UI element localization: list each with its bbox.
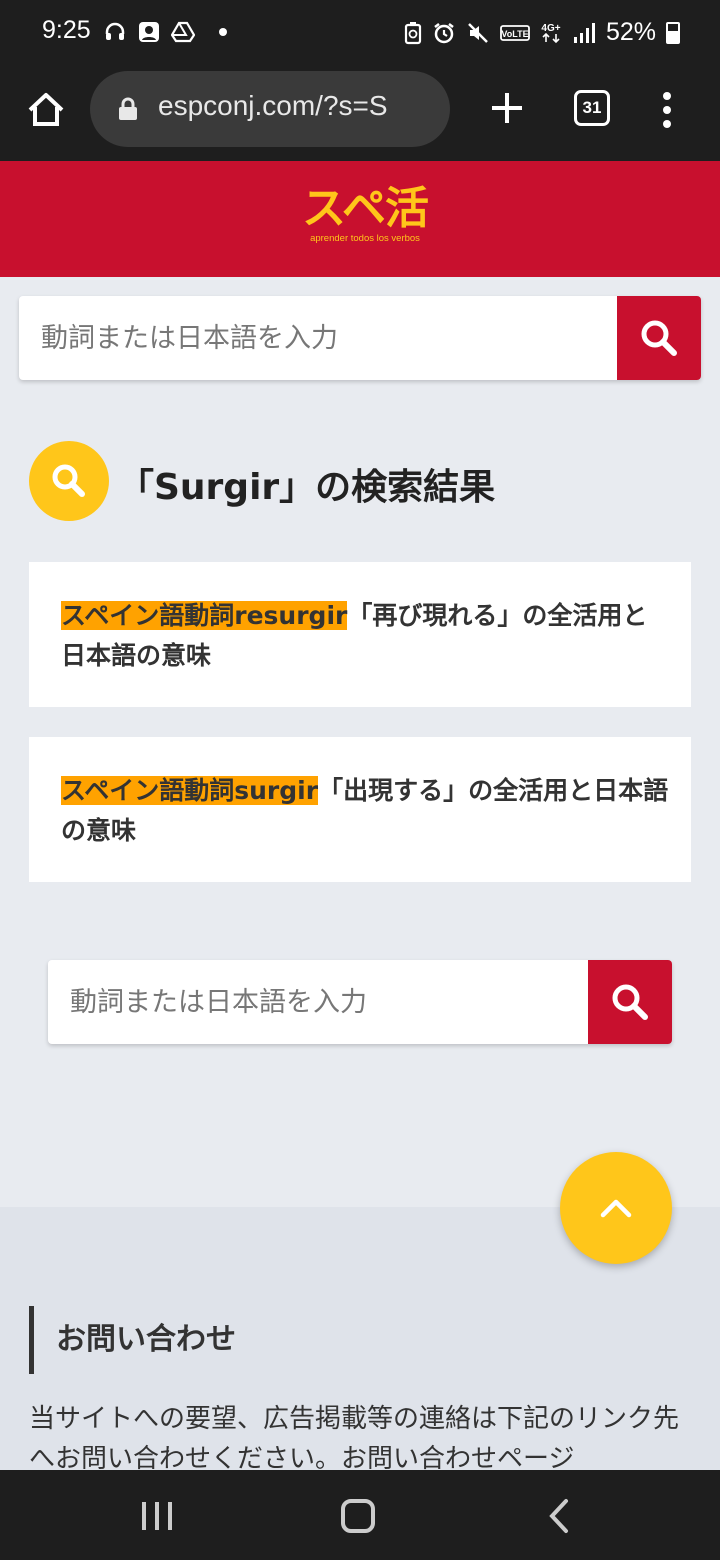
home-nav-icon[interactable]	[341, 1499, 375, 1533]
search-icon	[641, 320, 677, 356]
chevron-up-icon	[600, 1199, 632, 1218]
mute-icon	[468, 22, 488, 43]
back-icon[interactable]	[546, 1498, 574, 1534]
battery-saver-icon	[404, 21, 422, 44]
site-logo[interactable]: スペ活 aprender todos los verbos	[295, 183, 435, 244]
search-form-bottom	[48, 960, 672, 1044]
svg-text:VoLTE: VoLTE	[501, 29, 528, 39]
search-icon	[612, 984, 648, 1020]
home-icon[interactable]	[24, 88, 68, 132]
battery-icon	[666, 21, 680, 44]
status-right-icons: VoLTE 4G+ 52%	[404, 18, 680, 47]
tab-switcher-button[interactable]: 31	[574, 90, 610, 126]
alarm-icon	[434, 22, 454, 43]
logo-tagline: aprender todos los verbos	[310, 233, 420, 244]
browser-toolbar: espconj.com/?s=S 31	[0, 64, 720, 161]
status-bar: 9:25 VoLTE 4G+ 52%	[0, 0, 720, 64]
result-link[interactable]: スペイン語動詞resurgir「再び現れる」の全活用と日本語の意味	[61, 596, 671, 676]
results-title: 「Surgir」の検索結果	[118, 467, 496, 508]
headset-icon	[105, 22, 125, 40]
svg-text:4G+: 4G+	[541, 23, 560, 34]
contact-heading: お問い合わせ	[29, 1306, 236, 1374]
new-tab-icon[interactable]	[487, 88, 527, 128]
search-button[interactable]	[617, 296, 701, 380]
drive-icon	[171, 21, 195, 43]
signal-icon	[573, 22, 595, 43]
address-bar[interactable]: espconj.com/?s=S	[90, 71, 450, 147]
scroll-to-top-button[interactable]	[560, 1152, 672, 1264]
4g-icon: 4G+	[541, 23, 561, 43]
search-input[interactable]	[19, 296, 617, 380]
contact-card-icon	[139, 22, 159, 42]
battery-percent: 52%	[605, 18, 656, 46]
search-form-top	[19, 296, 701, 380]
result-highlight: スペイン語動詞resurgir	[61, 601, 348, 630]
result-highlight: スペイン語動詞surgir	[61, 776, 319, 805]
contact-text: 当サイトへの要望、広告掲載等の連絡は下記のリンク先へお問い合わせください。お問い…	[29, 1404, 680, 1474]
search-input[interactable]	[48, 960, 588, 1044]
more-menu-icon[interactable]	[660, 92, 674, 128]
search-icon	[52, 464, 85, 497]
logo-title: スペ活	[302, 183, 429, 234]
system-nav-bar	[0, 1470, 720, 1560]
search-button[interactable]	[588, 960, 672, 1044]
status-time: 9:25	[42, 16, 91, 44]
url-text: espconj.com/?s=S	[158, 90, 388, 121]
lock-icon	[119, 97, 137, 120]
recent-apps-icon[interactable]	[140, 1501, 174, 1531]
site-header: スペ活 aprender todos los verbos	[0, 161, 720, 277]
results-search-badge	[29, 441, 109, 521]
volte-icon: VoLTE	[500, 24, 530, 41]
status-left-icons	[103, 20, 227, 44]
result-card[interactable]: スペイン語動詞surgir「出現する」の全活用と日本語の意味	[29, 737, 691, 882]
result-link[interactable]: スペイン語動詞surgir「出現する」の全活用と日本語の意味	[61, 771, 671, 851]
result-card[interactable]: スペイン語動詞resurgir「再び現れる」の全活用と日本語の意味	[29, 562, 691, 707]
notification-dot	[219, 28, 227, 36]
